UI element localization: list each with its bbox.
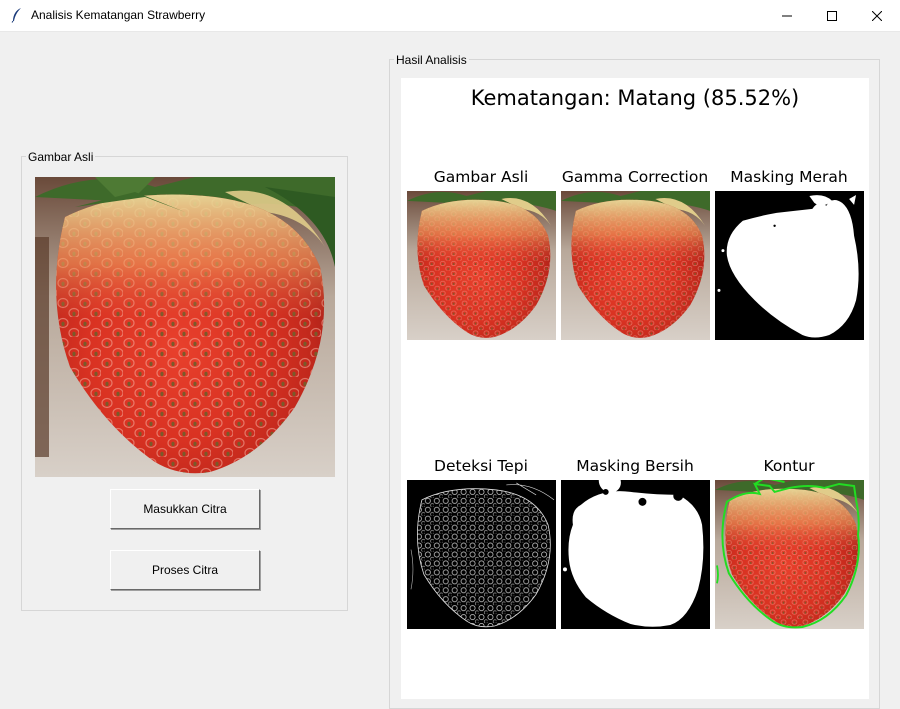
process-image-button[interactable]: Proses Citra (110, 550, 260, 590)
panel-title-gamma: Gamma Correction (561, 168, 709, 186)
feather-icon (11, 8, 21, 23)
minimize-icon (782, 15, 792, 16)
panel-title-original: Gambar Asli (433, 168, 529, 186)
panel-image-contour (715, 480, 864, 629)
panel-image-clean-mask (561, 480, 710, 629)
minimize-button[interactable] (764, 0, 810, 31)
close-icon (872, 10, 882, 21)
panel-title-edge: Deteksi Tepi (434, 457, 528, 475)
analysis-result-frame-label: Hasil Analisis (394, 53, 469, 67)
panel-image-edge (407, 480, 556, 629)
panel-title-contour: Kontur (763, 457, 815, 475)
close-button[interactable] (854, 0, 900, 31)
ripeness-result-title: Kematangan: Matang (85.52%) (470, 86, 800, 110)
window-title: Analisis Kematangan Strawberry (31, 8, 206, 22)
original-image (35, 177, 335, 477)
panel-title-clean-mask: Masking Bersih (576, 457, 694, 475)
panel-image-original (407, 191, 556, 340)
maximize-button[interactable] (809, 0, 855, 31)
panel-image-red-mask (715, 191, 864, 340)
title-bar: Analisis Kematangan Strawberry (0, 0, 900, 32)
panel-title-red-mask: Masking Merah (730, 168, 848, 186)
load-image-button[interactable]: Masukkan Citra (110, 489, 260, 529)
original-image-frame-label: Gambar Asli (26, 150, 96, 164)
panel-image-gamma (561, 191, 710, 340)
maximize-icon (827, 10, 837, 21)
